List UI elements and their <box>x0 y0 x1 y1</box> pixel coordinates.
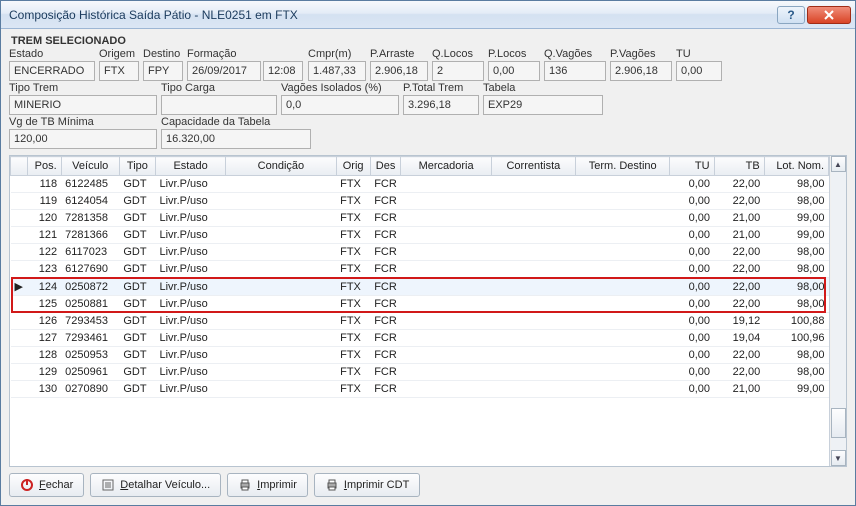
close-button[interactable] <box>807 6 851 24</box>
scroll-down-arrow[interactable]: ▼ <box>831 450 846 466</box>
col-header[interactable]: Pos. <box>27 157 61 176</box>
cmpr-field <box>308 61 366 81</box>
col-header[interactable] <box>11 157 28 176</box>
vertical-scrollbar[interactable]: ▲ ▼ <box>829 156 846 466</box>
col-header[interactable]: Des <box>370 157 401 176</box>
vagiso-field <box>281 95 399 115</box>
vgtb-field <box>9 129 157 149</box>
power-icon <box>20 478 34 492</box>
table-row[interactable]: 1280250953GDTLivr.P/usoFTXFCR0,0022,0098… <box>11 347 829 364</box>
table-row[interactable]: 1186122485GDTLivr.P/usoFTXFCR0,0022,0098… <box>11 176 829 193</box>
tipotrem-field <box>9 95 157 115</box>
destino-field <box>143 61 183 81</box>
table-row[interactable]: 1236127690GDTLivr.P/usoFTXFCR0,0022,0098… <box>11 261 829 278</box>
printer-icon <box>238 478 252 492</box>
col-header[interactable]: TB <box>714 157 764 176</box>
ptotal-field <box>403 95 479 115</box>
col-header[interactable]: Mercadoria <box>401 157 491 176</box>
window-title: Composição Histórica Saída Pátio - NLE02… <box>9 8 777 22</box>
col-header[interactable]: Tipo <box>119 157 155 176</box>
fechar-button[interactable]: Fechar <box>9 473 84 497</box>
parraste-field <box>370 61 428 81</box>
col-header[interactable]: Term. Destino <box>576 157 670 176</box>
scroll-up-arrow[interactable]: ▲ <box>831 156 846 172</box>
close-icon <box>823 10 835 20</box>
qlocos-field <box>432 61 484 81</box>
scroll-thumb[interactable] <box>831 408 846 438</box>
table-row[interactable]: 1267293453GDTLivr.P/usoFTXFCR0,0019,1210… <box>11 313 829 330</box>
table-row[interactable]: 1207281358GDTLivr.P/usoFTXFCR0,0021,0099… <box>11 210 829 227</box>
table-row[interactable]: 1226117023GDTLivr.P/usoFTXFCR0,0022,0098… <box>11 244 829 261</box>
table-row[interactable]: 1196124054GDTLivr.P/usoFTXFCR0,0022,0098… <box>11 193 829 210</box>
detail-icon <box>101 478 115 492</box>
table-row[interactable]: 1217281366GDTLivr.P/usoFTXFCR0,0021,0099… <box>11 227 829 244</box>
origem-field <box>99 61 139 81</box>
table-row[interactable]: ▶1240250872GDTLivr.P/usoFTXFCR0,0022,009… <box>11 278 829 296</box>
table-row[interactable]: 1290250961GDTLivr.P/usoFTXFCR0,0022,0098… <box>11 364 829 381</box>
table-row[interactable]: 1277293461GDTLivr.P/usoFTXFCR0,0019,0410… <box>11 330 829 347</box>
section-title: TREM SELECIONADO <box>11 35 847 47</box>
table-row[interactable]: 1250250881GDTLivr.P/usoFTXFCR0,0022,0098… <box>11 296 829 313</box>
col-header[interactable]: TU <box>670 157 714 176</box>
captab-field <box>161 129 311 149</box>
col-header[interactable]: Correntista <box>491 157 575 176</box>
detalhar-veiculo-button[interactable]: Detalhar Veículo... <box>90 473 221 497</box>
col-header[interactable]: Condição <box>226 157 336 176</box>
formacao-hora-field <box>263 61 303 81</box>
imprimir-button[interactable]: Imprimir <box>227 473 308 497</box>
tipocarga-field <box>161 95 277 115</box>
printer-icon <box>325 478 339 492</box>
tu-field <box>676 61 722 81</box>
app-window: Composição Histórica Saída Pátio - NLE02… <box>0 0 856 506</box>
col-header[interactable]: Lot. Nom. <box>764 157 828 176</box>
col-header[interactable]: Estado <box>155 157 225 176</box>
vehicles-grid[interactable]: Pos.VeículoTipoEstadoCondiçãoOrigDesMerc… <box>9 155 847 467</box>
formacao-data-field <box>187 61 261 81</box>
titlebar[interactable]: Composição Histórica Saída Pátio - NLE02… <box>1 1 855 29</box>
col-header[interactable]: Veículo <box>61 157 119 176</box>
plocos-field <box>488 61 540 81</box>
scroll-track[interactable] <box>831 172 846 450</box>
estado-field <box>9 61 95 81</box>
qvagoes-field <box>544 61 606 81</box>
table-row[interactable]: 1300270890GDTLivr.P/usoFTXFCR0,0021,0099… <box>11 381 829 398</box>
help-button[interactable]: ? <box>777 6 805 24</box>
tabela-field <box>483 95 603 115</box>
col-header[interactable]: Orig <box>336 157 370 176</box>
pvagoes-field <box>610 61 672 81</box>
imprimir-cdt-button[interactable]: Imprimir CDT <box>314 473 420 497</box>
